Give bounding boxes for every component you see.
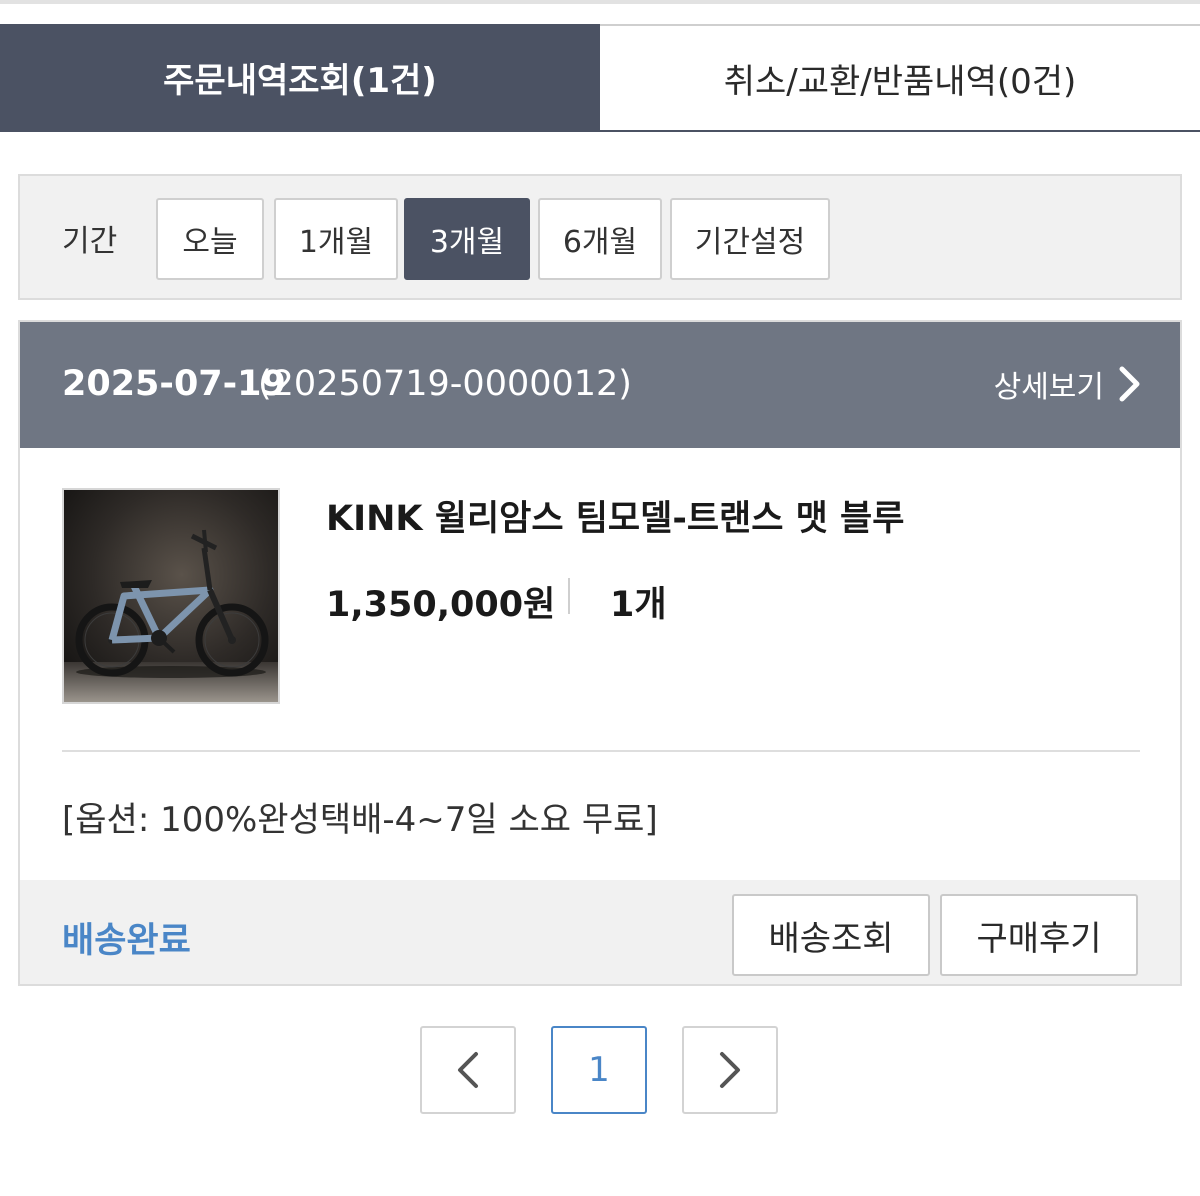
bmx-bike-icon [64,490,278,702]
period-label: 기간 [62,224,118,259]
next-page-button[interactable] [682,1026,778,1114]
product-image[interactable] [62,488,280,704]
order-date: 2025-07-19 [62,364,286,404]
tab-order-history[interactable]: 주문내역조회(1건) [0,24,600,130]
period-today-button[interactable]: 오늘 [156,198,264,280]
top-divider [0,0,1200,4]
delivery-status-badge: 배송완료 [62,921,191,961]
detail-label: 상세보기 [993,370,1104,405]
period-1month-button[interactable]: 1개월 [274,198,398,280]
period-custom-button[interactable]: 기간설정 [670,198,830,280]
prev-page-button[interactable] [420,1026,516,1114]
period-3month-button[interactable]: 3개월 [404,198,530,280]
order-footer: 배송완료 배송조회 구매후기 [20,880,1180,984]
order-tabs: 주문내역조회(1건) 취소/교환/반품내역(0건) [0,24,1200,132]
order-number: (20250719-0000012) [258,364,632,404]
tab-cancel-exchange-return[interactable]: 취소/교환/반품내역(0건) [600,24,1200,130]
chevron-right-icon [720,1052,740,1088]
product-option: [옵션: 100%완성택배-4~7일 소요 무료] [62,800,658,840]
product-quantity: 1개 [610,585,667,625]
order-detail-link[interactable]: 상세보기 [994,362,1142,406]
product-name[interactable]: KINK 윌리암스 팀모델-트랜스 맷 블루 [326,490,904,541]
order-header: 2025-07-19 (20250719-0000012) 상세보기 [20,322,1180,448]
product-price: 1,350,000원 [326,585,556,625]
track-delivery-button[interactable]: 배송조회 [732,894,930,976]
section-divider [62,750,1140,752]
order-card: 2025-07-19 (20250719-0000012) 상세보기 KINK … [18,320,1182,986]
chevron-right-icon [1119,366,1140,402]
page-number-button[interactable]: 1 [551,1026,647,1114]
price-qty-divider [568,578,570,614]
chevron-left-icon [458,1052,478,1088]
period-filter: 기간 오늘 1개월 3개월 6개월 기간설정 [18,174,1182,300]
write-review-button[interactable]: 구매후기 [940,894,1138,976]
period-6month-button[interactable]: 6개월 [538,198,662,280]
